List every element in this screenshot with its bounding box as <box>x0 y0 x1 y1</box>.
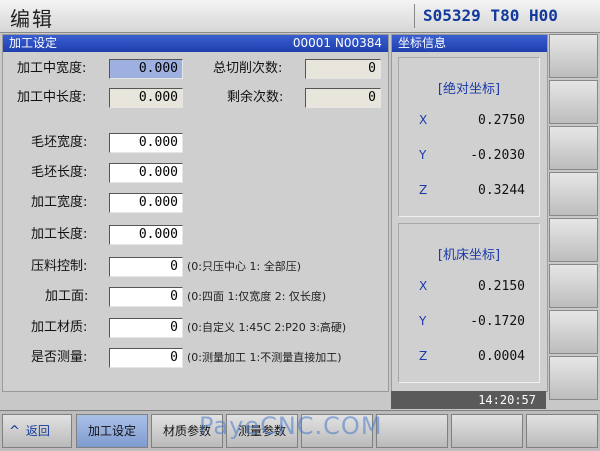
softkey-6[interactable] <box>376 414 448 448</box>
hint-measure: (0:测量加工 1:不测量直接加工) <box>187 351 342 364</box>
process-length-field[interactable]: 0.000 <box>109 225 183 245</box>
hint-machining-face: (0:四面 1:仅宽度 2: 仅长度) <box>187 290 327 303</box>
mach-y-value: -0.1720 <box>470 314 525 329</box>
abs-x-label: X <box>419 113 428 127</box>
mach-x-label: X <box>419 279 428 293</box>
hint-clamp-control: (0:只压中心 1: 全部压) <box>187 260 301 273</box>
label-process-length: 加工长度: <box>31 227 88 242</box>
machining-width-field[interactable]: 0.000 <box>109 59 183 79</box>
back-button[interactable]: ^ 返回 <box>2 414 72 448</box>
label-material: 加工材质: <box>31 320 88 335</box>
abs-x-value: 0.2750 <box>478 113 525 128</box>
vertical-softkey-2[interactable] <box>549 80 598 124</box>
absolute-coordinates-box: [绝对坐标] X 0.2750 Y -0.2030 Z 0.3244 <box>398 57 540 217</box>
label-process-width: 加工宽度: <box>31 195 88 210</box>
coordinate-panel: 坐标信息 [绝对坐标] X 0.2750 Y -0.2030 Z 0.3244 … <box>391 34 548 392</box>
remaining-cuts-field: 0 <box>305 88 381 108</box>
machine-coordinates-box: [机床坐标] X 0.2150 Y -0.1720 Z 0.0004 <box>398 223 540 383</box>
vertical-softkey-5[interactable] <box>549 218 598 262</box>
label-machining-face: 加工面: <box>45 289 89 304</box>
top-bar: 编辑 S05329 T80 H00 <box>0 0 600 33</box>
softkey-5[interactable] <box>301 414 373 448</box>
total-cuts-field: 0 <box>305 59 381 79</box>
abs-y-label: Y <box>419 148 427 162</box>
machine-coordinates-title: [机床坐标] <box>437 248 501 263</box>
process-width-field[interactable]: 0.000 <box>109 193 183 213</box>
mode-title: 编辑 <box>10 7 54 31</box>
abs-z-label: Z <box>419 183 428 197</box>
label-measure: 是否测量: <box>31 350 88 365</box>
machining-face-field[interactable]: 0 <box>109 287 183 307</box>
top-separator <box>414 4 415 28</box>
label-machining-length: 加工中长度: <box>17 90 87 105</box>
tab-measure-params[interactable]: 测量参数 <box>226 414 298 448</box>
vertical-softkey-3[interactable] <box>549 126 598 170</box>
material-field[interactable]: 0 <box>109 318 183 338</box>
hint-material: (0:自定义 1:45C 2:P20 3:高硬) <box>187 321 347 334</box>
mach-z-value: 0.0004 <box>478 349 525 364</box>
label-clamp-control: 压料控制: <box>31 259 88 274</box>
abs-y-value: -0.2030 <box>470 148 525 163</box>
vertical-softkey-1[interactable] <box>549 34 598 78</box>
softkey-bar: ^ 返回 加工设定 材质参数 测量参数 <box>0 410 600 451</box>
clock: 14:20:57 <box>391 391 546 409</box>
vertical-softkey-8[interactable] <box>549 356 598 400</box>
back-button-label: 返回 <box>25 424 50 438</box>
vertical-softkey-6[interactable] <box>549 264 598 308</box>
vertical-softkey-4[interactable] <box>549 172 598 216</box>
label-blank-width: 毛坯宽度: <box>31 135 88 150</box>
abs-z-value: 0.3244 <box>478 183 525 198</box>
measure-field[interactable]: 0 <box>109 348 183 368</box>
panel-header: 加工设定 00001 N00384 <box>3 35 388 52</box>
softkey-8[interactable] <box>526 414 598 448</box>
spindle-tool-status: S05329 T80 H00 <box>423 6 558 25</box>
mach-y-label: Y <box>419 314 427 328</box>
absolute-coordinates-title: [绝对坐标] <box>437 82 501 97</box>
program-block-number: 00001 N00384 <box>292 36 382 50</box>
label-machining-width: 加工中宽度: <box>17 61 87 76</box>
coord-panel-header: 坐标信息 <box>392 35 547 52</box>
tab-material-params[interactable]: 材质参数 <box>151 414 223 448</box>
label-blank-length: 毛坯长度: <box>31 165 88 180</box>
softkey-7[interactable] <box>451 414 523 448</box>
clamp-control-field[interactable]: 0 <box>109 257 183 277</box>
mach-z-label: Z <box>419 349 428 363</box>
up-arrow-icon: ^ <box>9 424 20 439</box>
vertical-softkey-7[interactable] <box>549 310 598 354</box>
label-total-cuts: 总切削次数: <box>213 61 283 76</box>
label-remaining-cuts: 剩余次数: <box>227 90 284 105</box>
panel-title: 加工设定 <box>9 36 58 50</box>
machining-settings-panel: 加工设定 00001 N00384 加工中宽度: 0.000 总切削次数: 0 … <box>2 34 389 392</box>
blank-length-field[interactable]: 0.000 <box>109 163 183 183</box>
blank-width-field[interactable]: 0.000 <box>109 133 183 153</box>
tab-machining-settings[interactable]: 加工设定 <box>76 414 148 448</box>
mach-x-value: 0.2150 <box>478 279 525 294</box>
machining-length-field[interactable]: 0.000 <box>109 88 183 108</box>
